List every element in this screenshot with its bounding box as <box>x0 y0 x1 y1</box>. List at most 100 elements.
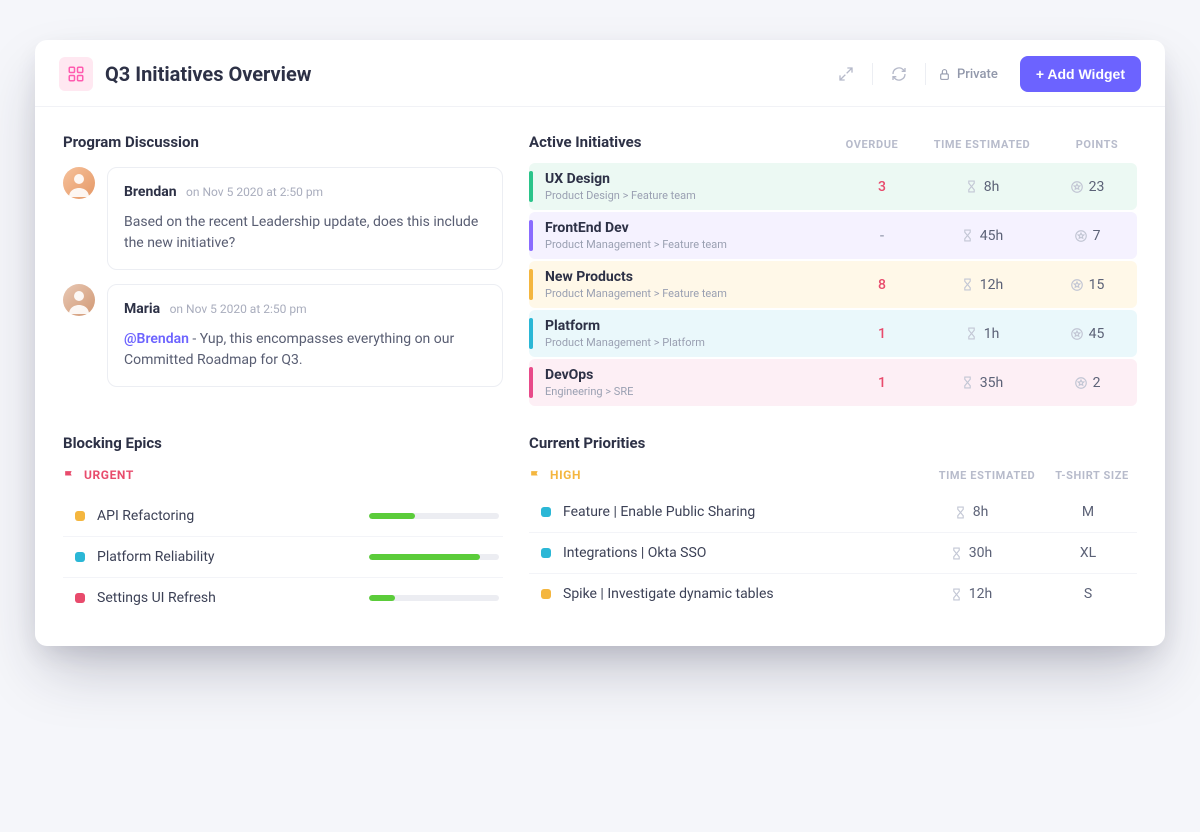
time-value: 35h <box>917 375 1047 391</box>
overdue-value: 1 <box>847 375 917 391</box>
initiative-name: DevOps <box>545 367 847 383</box>
time-value: 45h <box>917 228 1047 244</box>
initiative-path: Product Management > Platform <box>545 336 847 349</box>
initiative-name: FrontEnd Dev <box>545 220 847 236</box>
comment: Brendan on Nov 5 2020 at 2:50 pm Based o… <box>63 167 503 270</box>
mention[interactable]: @Brendan <box>124 331 189 347</box>
toolbar-divider <box>925 63 926 85</box>
time-value: 1h <box>917 326 1047 342</box>
initiative-path: Product Management > Feature team <box>545 238 847 251</box>
hourglass-icon <box>961 376 974 389</box>
initiative-path: Engineering > SRE <box>545 385 847 398</box>
priority-size: XL <box>1043 545 1133 561</box>
discussion-panel: Program Discussion Brendan on Nov 5 2020… <box>63 133 503 408</box>
discussion-title: Program Discussion <box>63 133 503 151</box>
priority-name: Spike | Investigate dynamic tables <box>563 586 899 602</box>
star-icon <box>1074 229 1088 243</box>
hourglass-icon <box>965 180 978 193</box>
priority-row[interactable]: Spike | Investigate dynamic tables 12h S <box>529 574 1137 614</box>
star-icon <box>1074 376 1088 390</box>
progress-bar <box>369 554 499 560</box>
priority-time: 8h <box>911 504 1031 520</box>
priorities-title: Current Priorities <box>529 434 1137 452</box>
color-bar <box>529 220 533 251</box>
priority-size: M <box>1043 504 1133 520</box>
comment-body: Based on the recent Leadership update, d… <box>124 212 486 255</box>
initiative-path: Product Design > Feature team <box>545 189 847 202</box>
initiatives-title: Active Initiatives <box>529 133 827 151</box>
epic-row[interactable]: API Refactoring <box>63 496 503 537</box>
priority-time: 12h <box>911 586 1031 602</box>
refresh-icon[interactable] <box>885 60 913 88</box>
epic-row[interactable]: Settings UI Refresh <box>63 578 503 618</box>
overdue-value: 3 <box>847 179 917 195</box>
color-bar <box>529 269 533 300</box>
initiative-name: UX Design <box>545 171 847 187</box>
page-title: Q3 Initiatives Overview <box>105 62 820 86</box>
progress-bar <box>369 513 499 519</box>
initiatives-panel: Active Initiatives OVERDUE TIME ESTIMATE… <box>529 133 1137 408</box>
color-dot <box>541 589 551 599</box>
overdue-value: 8 <box>847 277 917 293</box>
priority-row[interactable]: Integrations | Okta SSO30hXL <box>529 533 1137 574</box>
col-overdue: OVERDUE <box>837 138 907 151</box>
urgent-flag: URGENT <box>63 468 503 482</box>
priority-time: 30h <box>911 545 1031 561</box>
points-value: 23 <box>1047 179 1127 195</box>
toolbar-divider <box>872 63 873 85</box>
hourglass-icon <box>961 229 974 242</box>
avatar <box>63 284 95 316</box>
points-value: 45 <box>1047 326 1127 342</box>
privacy-label: Private <box>957 67 998 82</box>
initiative-row[interactable]: DevOps Engineering > SRE135h2 <box>529 359 1137 406</box>
color-dot <box>75 552 85 562</box>
toolbar: Q3 Initiatives Overview Private <box>35 40 1165 107</box>
points-value: 2 <box>1047 375 1127 391</box>
hourglass-icon <box>954 506 967 519</box>
star-icon <box>1070 327 1084 341</box>
initiative-name: New Products <box>545 269 847 285</box>
blocking-panel: Blocking Epics URGENT API RefactoringPla… <box>63 434 503 618</box>
overdue-value: 1 <box>847 326 917 342</box>
color-dot <box>541 507 551 517</box>
app-icon <box>59 57 93 91</box>
initiative-row[interactable]: FrontEnd Dev Product Management > Feature… <box>529 212 1137 259</box>
blocking-title: Blocking Epics <box>63 434 503 452</box>
flag-icon <box>63 469 76 482</box>
priority-name: Feature | Enable Public Sharing <box>563 504 899 520</box>
star-icon <box>1070 180 1084 194</box>
priority-size: S <box>1043 586 1133 602</box>
initiative-row[interactable]: UX Design Product Design > Feature team38… <box>529 163 1137 210</box>
points-value: 7 <box>1047 228 1127 244</box>
hourglass-icon <box>961 278 974 291</box>
color-dot <box>75 593 85 603</box>
comment-author: Brendan <box>124 184 177 200</box>
color-dot <box>541 548 551 558</box>
comment-meta: on Nov 5 2020 at 2:50 pm <box>186 185 323 199</box>
flag-icon <box>529 469 542 482</box>
col-time: TIME ESTIMATED <box>917 138 1047 151</box>
priority-row[interactable]: Feature | Enable Public Sharing 8h M <box>529 492 1137 533</box>
color-dot <box>75 511 85 521</box>
col-size: T-SHIRT SIZE <box>1047 469 1137 482</box>
time-value: 8h <box>917 179 1047 195</box>
hourglass-icon <box>950 588 963 601</box>
add-widget-button[interactable]: + Add Widget <box>1020 56 1141 92</box>
star-icon <box>1070 278 1084 292</box>
color-bar <box>529 367 533 398</box>
high-flag: HIGH <box>529 468 927 482</box>
epic-row[interactable]: Platform Reliability <box>63 537 503 578</box>
hourglass-icon <box>950 547 963 560</box>
initiative-row[interactable]: PlatformProduct Management > Platform11h… <box>529 310 1137 357</box>
col-time: TIME ESTIMATED <box>927 469 1047 482</box>
comment-bubble: Maria on Nov 5 2020 at 2:50 pm @Brendan … <box>107 284 503 387</box>
expand-icon[interactable] <box>832 60 860 88</box>
overdue-value: - <box>847 228 917 244</box>
priorities-panel: Current Priorities HIGH TIME ESTIMATED T… <box>529 434 1137 618</box>
comment-bubble: Brendan on Nov 5 2020 at 2:50 pm Based o… <box>107 167 503 270</box>
epic-name: Settings UI Refresh <box>97 590 357 606</box>
time-value: 12h <box>917 277 1047 293</box>
initiative-row[interactable]: New ProductsProduct Management > Feature… <box>529 261 1137 308</box>
points-value: 15 <box>1047 277 1127 293</box>
privacy-toggle[interactable]: Private <box>938 67 998 82</box>
